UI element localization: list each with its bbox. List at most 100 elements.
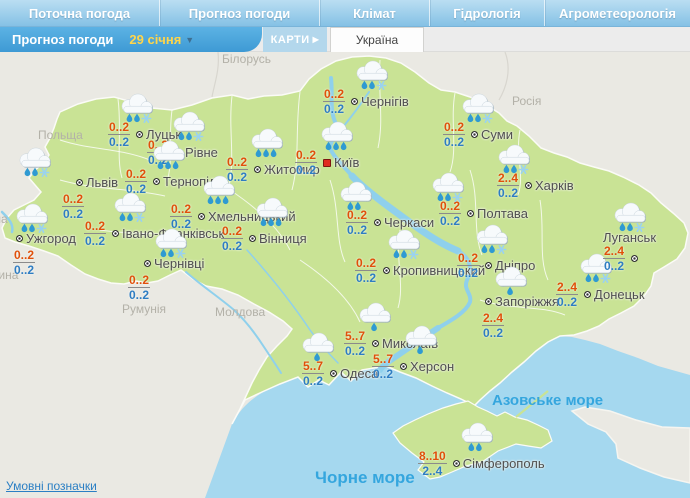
city-marker [383,267,391,274]
weather-icon [611,202,649,236]
nav-tab-current-weather[interactable]: Поточна погода [0,0,160,26]
city-widget[interactable]: 0..2 0..2 Вінниця [221,197,307,252]
city-marker [372,340,380,347]
night-temp: 0..2 [14,263,35,277]
city-marker [144,260,151,267]
city-marker [112,230,120,237]
weather-icon [200,175,238,209]
weather-icon [299,332,337,366]
ukraine-terrain-map [0,51,690,498]
night-temp: 0..2 [63,207,84,221]
city-widget[interactable]: 8..10 2..4 Сімферополь [418,422,545,478]
temperature: 0..20..2 [128,274,151,302]
day-temp: 5..7 [372,352,395,367]
temperature: 0..20..2 [62,192,85,221]
weather-icon [337,181,375,215]
nav-tab-climate[interactable]: Клімат [320,0,430,26]
nav-tab-forecast[interactable]: Прогноз погоди [160,0,320,26]
sea-label: Азовське море [492,392,604,409]
city-widget[interactable]: 2..4 0..2 Донецьк [556,253,645,309]
night-temp: 0..2 [324,102,345,116]
weather-icon [473,224,511,258]
day-temp: 2..4 [603,244,626,259]
day-temp: 2..4 [482,311,505,326]
country-label: Росія [512,94,542,108]
city-marker [471,131,479,138]
temperature: 0..20..2 [13,249,36,277]
weather-icon [118,93,156,127]
night-temp: 0..2 [303,374,324,388]
city-marker [249,235,257,242]
temperature: 2..4 0..2 [482,311,505,339]
city-widget[interactable]: 0..2 0..2 Чернігів [323,60,409,116]
night-temp: 0..2 [129,288,150,302]
nav-tab-agrometeorology[interactable]: Агрометеорологія [545,0,690,26]
city-widget[interactable]: Львів 0..2 0..2 [19,147,118,221]
day-temp: 0..2 [62,192,85,207]
day-temp: 0..2 [221,224,244,239]
city-label: Київ [334,155,360,170]
city-row: Львів [76,175,118,190]
city-widget[interactable]: Ужгород 0..2 0..2 [13,203,76,277]
weather-icon [429,172,467,206]
city-widget[interactable]: 5..7 0..2 Одеса [302,332,378,388]
temperature: 0..20..2 [125,167,148,195]
weather-icon [495,144,533,178]
weather-icon [385,229,423,263]
night-temp: 0..2 [604,259,625,273]
city-marker [76,179,83,186]
nav-tab-hydrology[interactable]: Гідрологія [430,0,545,26]
day-temp: 0..2 [323,87,346,102]
city-widget[interactable]: 0..2 0..2 Полтава [432,172,528,227]
city-row: 2..4 0..2 [603,245,656,272]
city-marker [330,370,338,377]
city-label: Суми [481,127,513,142]
weather-icon [356,302,394,336]
day-temp: 0..2 [355,256,378,271]
city-widget[interactable]: 5..7 0..2 Херсон [372,325,454,380]
night-temp: 2..4 [422,464,443,478]
maps-button[interactable]: КАРТИ ▶ [263,27,327,52]
chevron-down-icon[interactable]: ▼ [185,35,194,45]
tab-ukraine[interactable]: Україна [330,27,424,52]
country-label: Білорусь [222,52,272,66]
day-temp: 8..10 [418,449,447,464]
night-temp: 0..2 [444,135,465,149]
country-label: Румунія [122,302,167,316]
night-temp: 0..2 [345,344,366,358]
day-temp: 0..2 [226,155,249,170]
arrow-right-icon: ▶ [312,35,320,44]
night-temp: 0..2 [557,295,578,309]
forecast-section-bar: Прогноз погоди 29 січня ▼ [0,27,262,52]
capital-marker [323,158,332,167]
city-marker [485,298,492,305]
weather-icon [248,128,286,162]
city-label: Чернігів [361,94,409,109]
weather-map: ПольщаБілорусьРосіяСловаччинаУгорщинаРум… [0,0,690,498]
day-temp: 0..2 [84,219,107,234]
city-widget[interactable]: 0..2 0..2 Київ [295,121,360,176]
weather-icon [152,228,190,262]
maps-button-label: КАРТИ [270,33,310,46]
city-marker [374,219,382,226]
city-widget[interactable]: Чернівці 0..2 0..2 [128,228,204,302]
day-temp: 0..2 [170,202,193,217]
temperature: 0..20..2 [355,256,378,285]
city-widget[interactable]: Запоріжжя 2..4 0..2 [482,266,559,339]
country-label: Польща [38,128,83,142]
country-label: Словаччина [0,212,8,226]
city-widget[interactable]: 2..4 0..2 Харків [497,144,574,199]
city-widget[interactable]: Луганськ 2..4 0..2 [603,202,656,272]
city-label: Рівне [185,145,218,160]
date-selector[interactable]: 29 січня [129,32,181,47]
city-marker [452,460,460,467]
night-temp: 0..2 [347,223,368,237]
city-marker [631,255,639,262]
temperature: 0..20..2 [221,224,244,252]
day-temp: 0..2 [125,167,148,182]
city-marker [254,166,262,173]
weather-icon [459,93,497,127]
sub-navigation: Прогноз погоди 29 січня ▼ КАРТИ ▶ Україн… [0,27,690,52]
night-temp: 0..2 [356,271,377,285]
legend-link[interactable]: Умовні позначки [6,479,97,493]
